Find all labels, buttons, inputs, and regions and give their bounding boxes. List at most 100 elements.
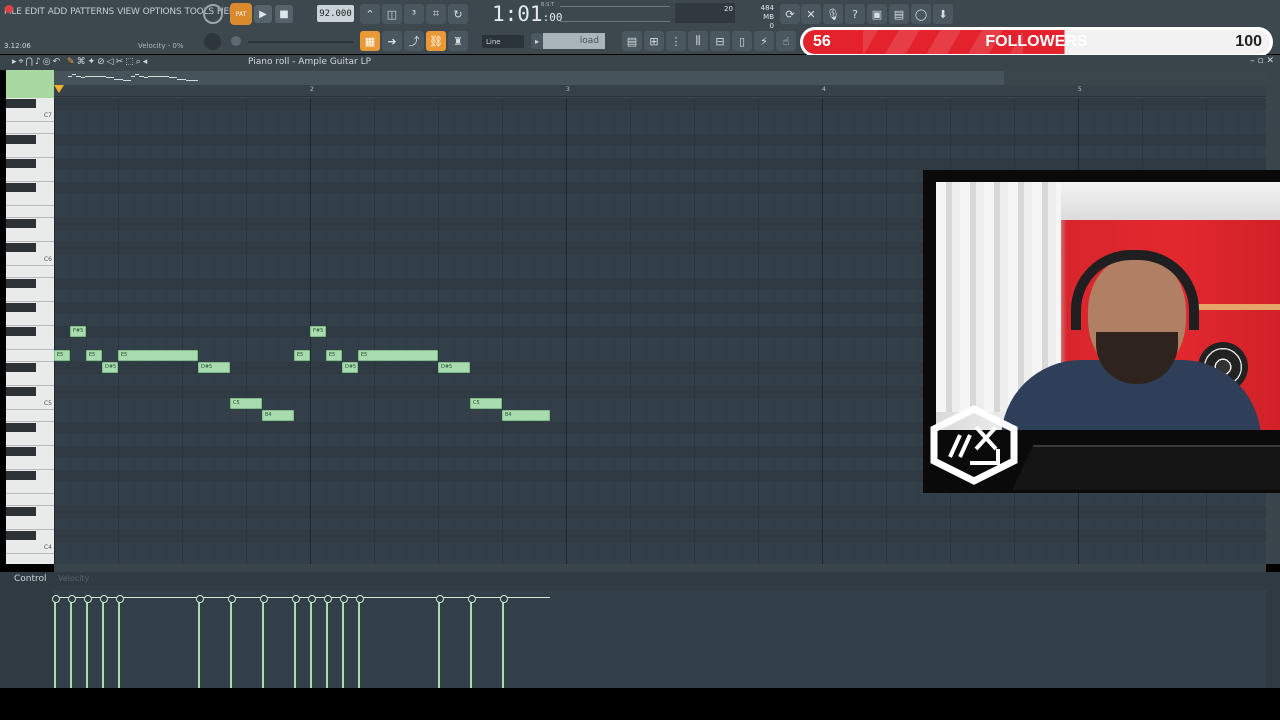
velocity-bar[interactable]	[196, 595, 204, 688]
note[interactable]: B4	[262, 410, 294, 421]
menu-view[interactable]: VIEW	[117, 7, 140, 17]
white-key[interactable]	[6, 338, 54, 350]
white-key[interactable]	[6, 170, 54, 182]
velocity-lane[interactable]	[54, 590, 1266, 688]
velocity-bar[interactable]	[308, 595, 316, 688]
target-icon[interactable]: ◎	[43, 57, 53, 67]
stop-button[interactable]: ■	[275, 5, 293, 23]
minimize-icon[interactable]: –	[1250, 56, 1255, 66]
download-icon[interactable]: ⬇	[933, 4, 953, 24]
undo-icon[interactable]: ↶	[53, 57, 63, 67]
mixer-icon[interactable]: ✕	[801, 4, 821, 24]
black-key[interactable]	[6, 135, 36, 144]
velocity-bar[interactable]	[324, 595, 332, 688]
play-button[interactable]: ▶	[254, 5, 272, 23]
white-key[interactable]	[6, 482, 54, 494]
black-key[interactable]	[6, 159, 36, 168]
note-icon[interactable]: ♪	[35, 57, 43, 67]
note-overview[interactable]	[54, 71, 1004, 85]
note[interactable]: B4	[502, 410, 550, 421]
menu-patterns[interactable]: PATTERNS	[70, 7, 114, 17]
u-icon[interactable]: ⋂	[26, 57, 35, 67]
countdown-icon[interactable]: ³	[404, 4, 424, 24]
microphone-icon[interactable]: 🎙	[823, 4, 843, 24]
file-icon[interactable]: ▯	[732, 31, 752, 51]
velocity-bar[interactable]	[228, 595, 236, 688]
pitch-knob[interactable]	[204, 33, 221, 50]
white-key[interactable]	[6, 206, 54, 218]
white-key[interactable]	[6, 374, 54, 386]
black-key[interactable]	[6, 447, 36, 456]
velocity-bar[interactable]	[68, 595, 76, 688]
white-key[interactable]	[6, 410, 54, 422]
white-key[interactable]	[6, 230, 54, 242]
velocity-bar[interactable]	[356, 595, 364, 688]
black-key[interactable]	[6, 327, 36, 336]
black-key[interactable]	[6, 219, 36, 228]
velocity-bar[interactable]	[468, 595, 476, 688]
black-key[interactable]	[6, 183, 36, 192]
bar-ruler[interactable]	[54, 85, 1266, 97]
velocity-bar[interactable]	[84, 595, 92, 688]
playlist-icon[interactable]: ▤	[622, 31, 642, 51]
black-key[interactable]	[6, 279, 36, 288]
black-key[interactable]	[6, 303, 36, 312]
plugin-icon[interactable]: ⚡	[754, 31, 774, 51]
note[interactable]: F#5	[310, 326, 326, 337]
mute-icon[interactable]: ◁	[107, 57, 116, 67]
note[interactable]: E5	[358, 350, 438, 361]
play-preview-icon[interactable]: ◂	[143, 57, 150, 67]
select-icon[interactable]: ⬚	[125, 57, 136, 67]
mixer-faders-icon[interactable]: ⫼	[688, 31, 708, 51]
paint-icon[interactable]: ✦	[88, 57, 98, 67]
note[interactable]: D#5	[102, 362, 118, 373]
note[interactable]: C5	[470, 398, 502, 409]
velocity-bar[interactable]	[116, 595, 124, 688]
channel-rack-icon[interactable]: ▤	[889, 4, 909, 24]
note[interactable]: E5	[54, 350, 70, 361]
white-key[interactable]	[6, 314, 54, 326]
slice-icon[interactable]: ✂	[116, 57, 126, 67]
white-key[interactable]	[6, 434, 54, 446]
undo-history-icon[interactable]: ⟳	[780, 4, 800, 24]
piano-roll-icon[interactable]: ⊞	[644, 31, 664, 51]
menu-add[interactable]: ADD	[48, 7, 68, 17]
snap-select[interactable]: Line	[482, 35, 524, 48]
black-key[interactable]	[6, 243, 36, 252]
white-key[interactable]	[6, 266, 54, 278]
save-icon[interactable]: ▣	[867, 4, 887, 24]
white-key[interactable]	[6, 518, 54, 530]
close-icon[interactable]: ✕	[1266, 56, 1274, 66]
white-key[interactable]	[6, 146, 54, 158]
link-icon[interactable]: ⛓	[426, 31, 446, 51]
white-key[interactable]	[6, 194, 54, 206]
tempo-field[interactable]: 92.000	[317, 5, 354, 22]
note[interactable]: D#5	[342, 362, 358, 373]
pencil-icon[interactable]: ✎	[67, 57, 77, 67]
load-field[interactable]: load	[543, 33, 605, 49]
wait-for-input-icon[interactable]: ◫	[382, 4, 402, 24]
black-key[interactable]	[6, 363, 36, 372]
help-icon[interactable]: ?	[845, 4, 865, 24]
note[interactable]: E5	[326, 350, 342, 361]
piano-keyboard[interactable]: C7 C6 C5 C4	[6, 98, 54, 564]
browser-icon[interactable]: ⊟	[710, 31, 730, 51]
stamp-icon[interactable]: ♜	[448, 31, 468, 51]
piano-roll-title[interactable]: Piano roll - Ample Guitar LP	[248, 57, 371, 67]
note[interactable]: E5	[118, 350, 198, 361]
magnet-icon[interactable]: ⌖	[19, 57, 26, 67]
velocity-bar[interactable]	[52, 595, 60, 688]
slide-icon[interactable]: ⤴	[404, 31, 424, 51]
time-format[interactable]: B:S:T	[541, 2, 554, 8]
note[interactable]: F#5	[70, 326, 86, 337]
white-key[interactable]	[6, 122, 54, 134]
velocity-bar[interactable]	[100, 595, 108, 688]
velocity-bar[interactable]	[436, 595, 444, 688]
velocity-bar[interactable]	[500, 595, 508, 688]
control-label[interactable]: Control	[14, 574, 47, 584]
zoom-corner[interactable]	[6, 70, 54, 98]
menu-edit[interactable]: EDIT	[25, 7, 45, 17]
black-key[interactable]	[6, 507, 36, 516]
touch-icon[interactable]: ☝	[776, 31, 796, 51]
black-key[interactable]	[6, 531, 36, 540]
